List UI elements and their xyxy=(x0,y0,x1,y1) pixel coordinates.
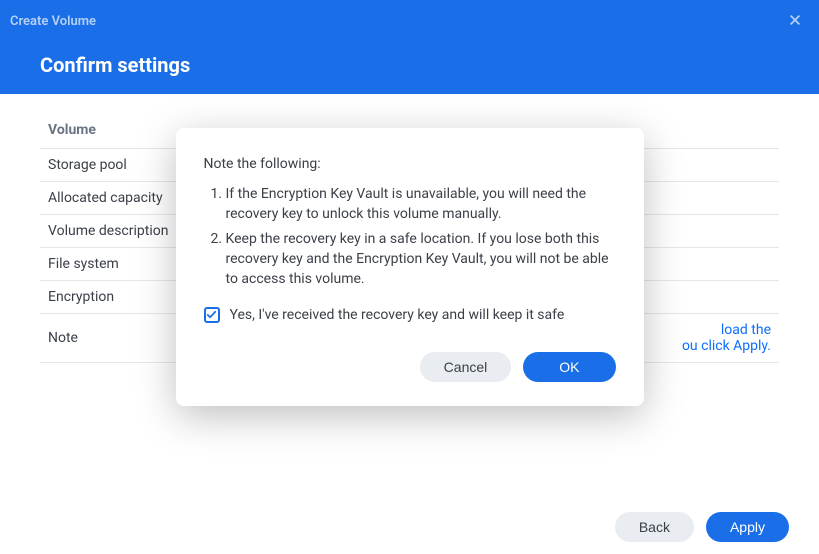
confirmation-checkbox-row: Yes, I've received the recovery key and … xyxy=(204,306,616,324)
dialog-note-2: Keep the recovery key in a safe location… xyxy=(226,229,616,290)
ok-button[interactable]: OK xyxy=(523,352,615,382)
confirmation-checkbox[interactable] xyxy=(204,307,220,323)
cancel-button[interactable]: Cancel xyxy=(420,352,512,382)
dialog-note-1: If the Encryption Key Vault is unavailab… xyxy=(226,184,616,225)
dialog-heading: Note the following: xyxy=(204,156,616,172)
confirmation-checkbox-label: Yes, I've received the recovery key and … xyxy=(230,306,565,324)
modal-overlay: Note the following: If the Encryption Ke… xyxy=(0,0,819,554)
recovery-key-dialog: Note the following: If the Encryption Ke… xyxy=(176,128,644,406)
dialog-footer: Cancel OK xyxy=(204,352,616,382)
dialog-notes-list: If the Encryption Key Vault is unavailab… xyxy=(204,184,616,289)
